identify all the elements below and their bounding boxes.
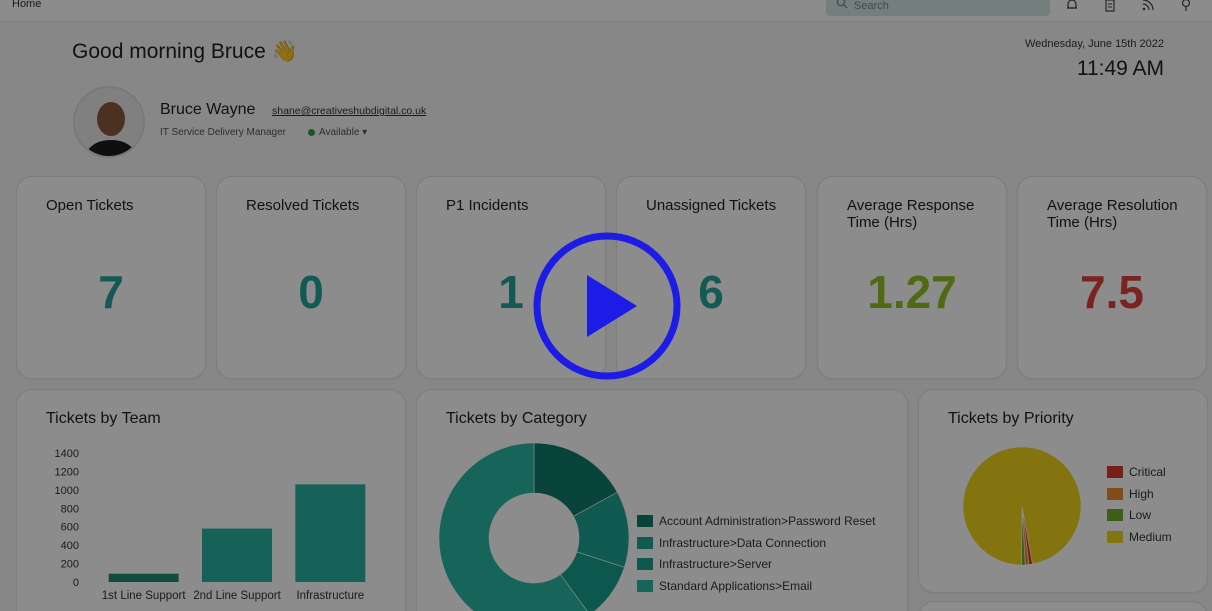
dashboard-screen: Home Search Good morning Bruce 👋 Wednesd… (0, 0, 1212, 611)
play-button[interactable] (532, 231, 682, 381)
play-triangle-icon (587, 275, 637, 337)
